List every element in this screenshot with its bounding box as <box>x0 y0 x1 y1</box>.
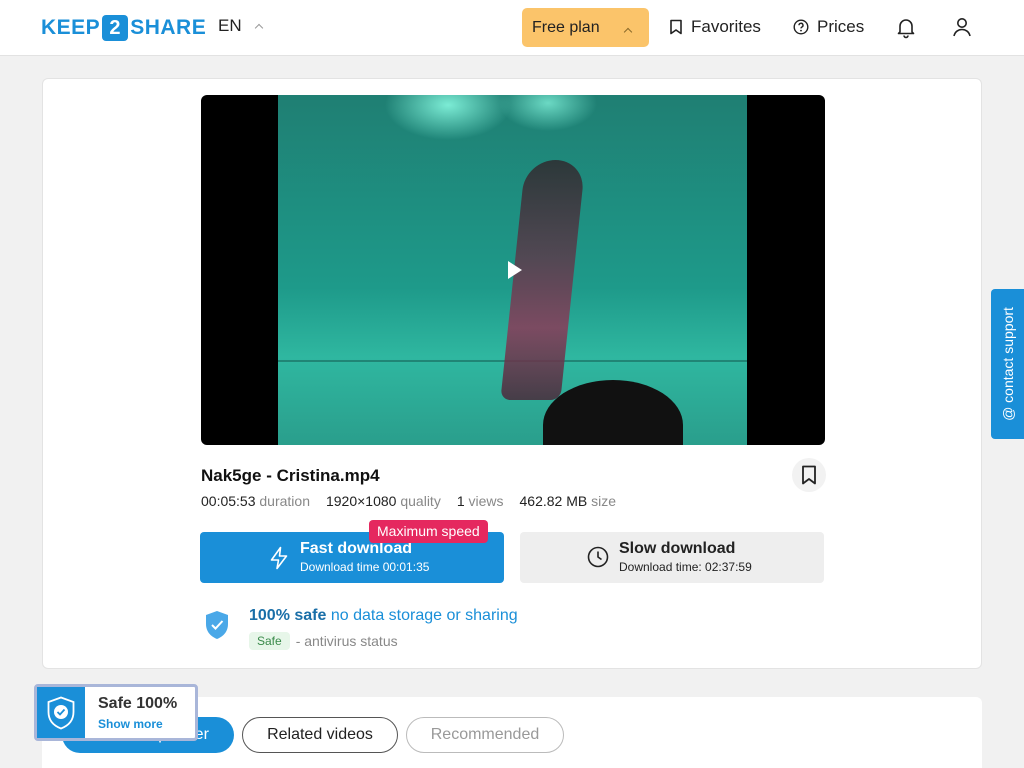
safe-badge-widget[interactable]: Safe 100% Show more <box>34 684 198 741</box>
foreground-silhouette <box>543 380 683 445</box>
fast-download-time: Download time 00:01:35 <box>300 560 430 574</box>
tab-recommended[interactable]: Recommended <box>406 717 564 753</box>
meta-quality: 1920×1080 quality <box>325 493 441 509</box>
meta-duration: 00:05:53 duration <box>201 493 310 509</box>
contact-support-label: @ contact support <box>999 307 1016 421</box>
logo-text-mid: 2 <box>102 15 129 41</box>
tab-related-videos[interactable]: Related videos <box>242 717 398 753</box>
language-label: EN <box>218 16 242 35</box>
prices-label: Prices <box>817 17 865 36</box>
chevron-up-icon <box>623 27 633 37</box>
safe-badge-title: Safe 100% <box>98 695 178 712</box>
favorites-label: Favorites <box>691 17 761 36</box>
video-player[interactable] <box>201 95 825 445</box>
prices-link[interactable]: Prices <box>793 17 864 37</box>
favorites-link[interactable]: Favorites <box>669 17 761 37</box>
clock-icon <box>587 546 609 568</box>
slow-download-title: Slow download <box>619 540 736 557</box>
chevron-up-icon <box>254 23 263 33</box>
slow-download-button[interactable]: Slow download Download time: 02:37:59 <box>520 532 824 583</box>
file-meta: 00:05:53 duration 1920×1080 quality 1 vi… <box>201 493 616 509</box>
dancer-figure <box>500 160 586 400</box>
add-favorite-button[interactable] <box>792 458 826 492</box>
free-plan-label: Free plan <box>532 18 600 36</box>
file-card: Nak5ge - Cristina.mp4 00:05:53 duration … <box>42 78 982 669</box>
site-logo[interactable]: KEEP 2 SHARE <box>41 14 206 42</box>
file-title: Nak5ge - Cristina.mp4 <box>201 466 380 485</box>
play-icon[interactable] <box>508 261 522 279</box>
antivirus-status: Safe - antivirus status <box>249 632 398 650</box>
lightning-icon <box>270 546 288 570</box>
help-circle-icon <box>793 19 809 35</box>
safety-light: no data storage or sharing <box>330 607 518 624</box>
shield-check-icon <box>206 611 228 639</box>
contact-support-tab[interactable]: @ contact support <box>991 289 1024 439</box>
logo-text-left: KEEP <box>41 16 101 39</box>
shield-check-icon <box>47 696 75 729</box>
language-selector[interactable]: EN <box>218 16 263 36</box>
safe-badge-icon-area <box>37 687 85 738</box>
meta-size: 462.82 MB size <box>519 493 617 509</box>
maximum-speed-badge: Maximum speed <box>369 520 488 543</box>
top-header: KEEP 2 SHARE EN Free plan Favorites Pric… <box>0 0 1024 56</box>
bell-icon[interactable] <box>894 15 918 39</box>
safe-badge-show-more[interactable]: Show more <box>98 717 163 731</box>
safety-strong: 100% safe <box>249 607 327 624</box>
safe-chip: Safe <box>249 632 290 650</box>
safety-statement: 100% safe no data storage or sharing <box>249 607 518 625</box>
logo-text-right: SHARE <box>130 16 207 39</box>
meta-views: 1 views <box>456 493 504 509</box>
bookmark-icon <box>670 19 682 35</box>
slow-download-time: Download time: 02:37:59 <box>619 560 752 574</box>
antivirus-status-text: - antivirus status <box>295 633 398 649</box>
free-plan-button[interactable]: Free plan <box>522 8 649 47</box>
user-icon[interactable] <box>950 15 974 39</box>
bookmark-icon <box>802 465 816 485</box>
